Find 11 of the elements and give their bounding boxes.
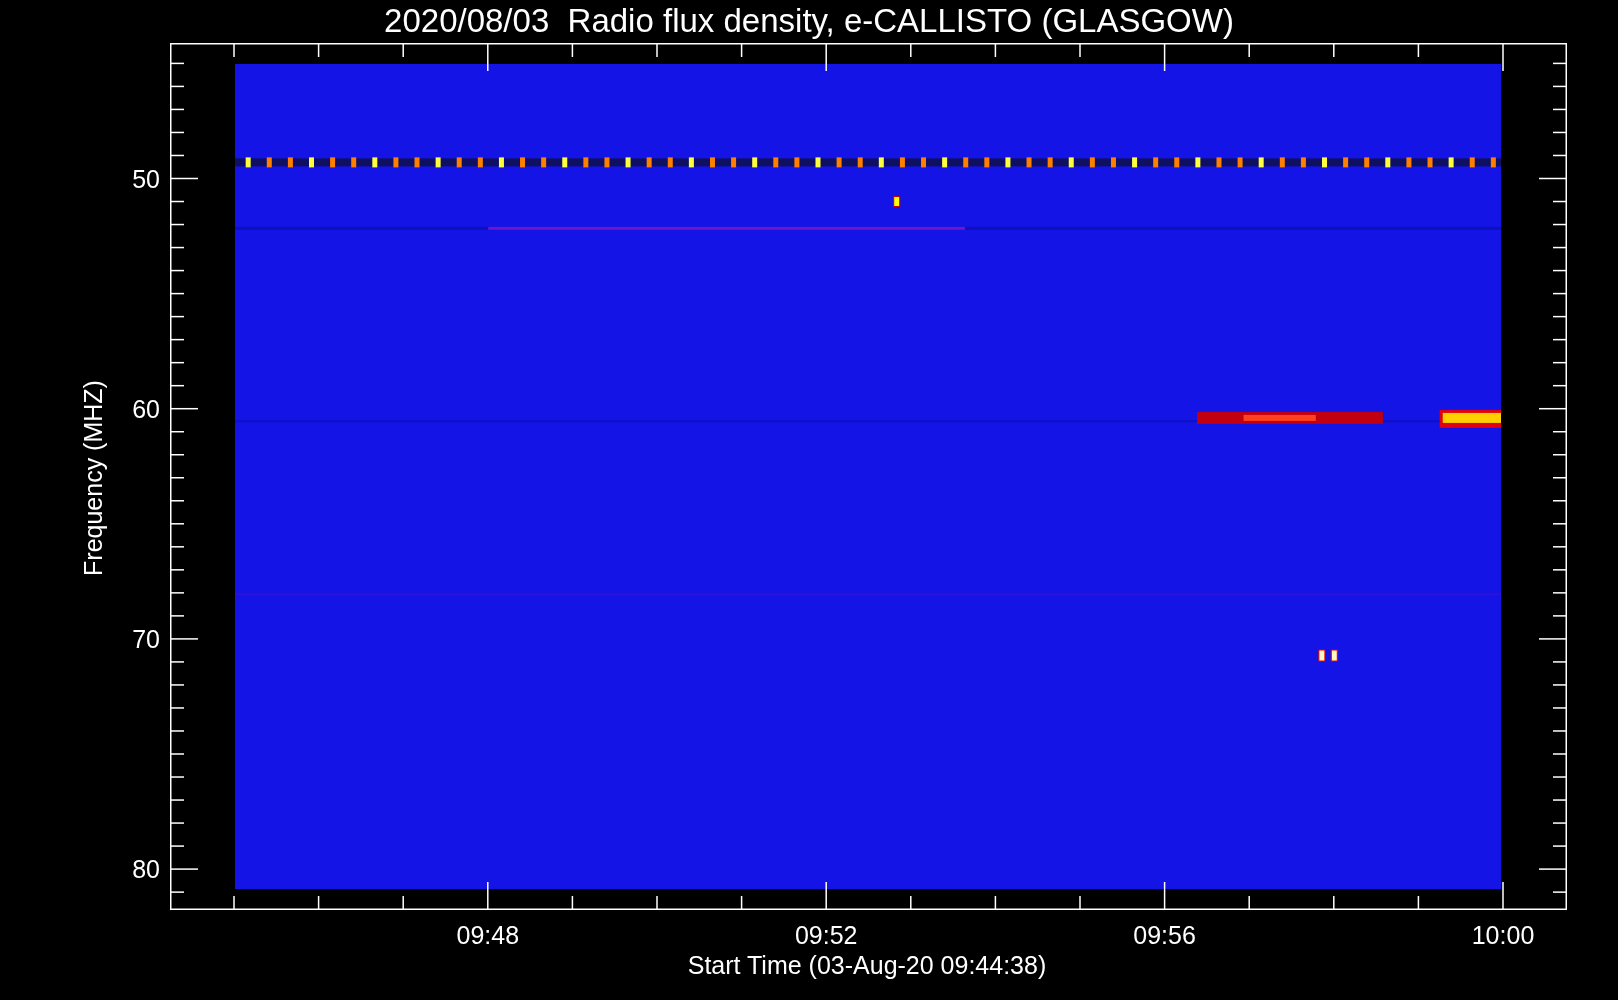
axis-tick-label: 70 <box>132 624 160 653</box>
chart-title: 2020/08/03 Radio flux density, e-CALLISTO (GLASGOW) <box>384 2 1234 41</box>
axis-tick-label: 60 <box>132 394 160 423</box>
axis-tick-label: 09:56 <box>1133 921 1196 949</box>
axis-tick-label: 50 <box>132 164 160 193</box>
axis-tick-label: 10:00 <box>1471 921 1535 949</box>
y-axis-label: Frequency (MHZ) <box>79 380 107 576</box>
axis-tick-label: 09:48 <box>456 921 520 949</box>
x-axis-label: Start Time (03-Aug-20 09:44:38) <box>687 951 1047 979</box>
axis-tick-label: 09:52 <box>794 921 858 949</box>
axis-tick-label: 80 <box>132 855 160 884</box>
